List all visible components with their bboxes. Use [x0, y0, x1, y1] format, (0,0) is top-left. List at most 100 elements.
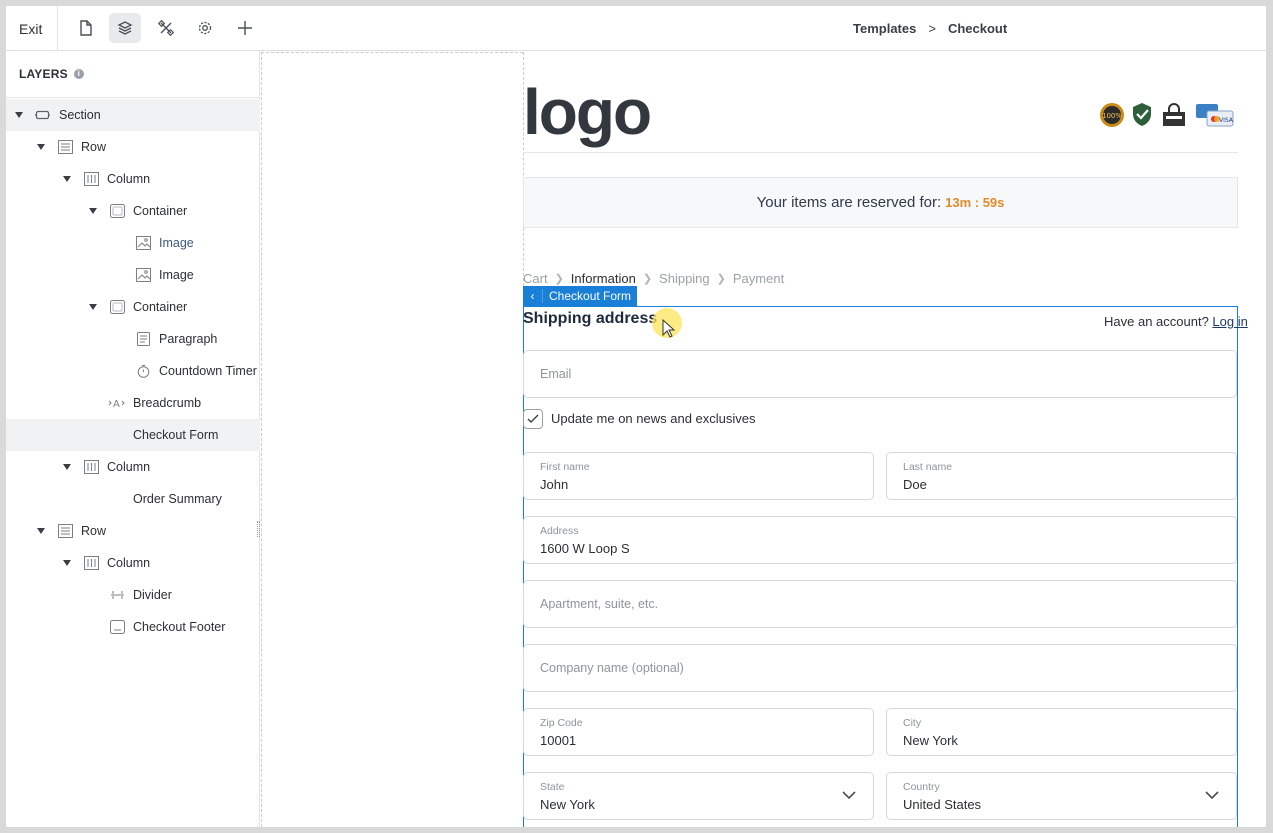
step-cart[interactable]: Cart: [523, 271, 548, 286]
step-shipping: Shipping: [659, 271, 710, 286]
country-select[interactable]: Country United States: [886, 772, 1237, 820]
breadcrumb-templates[interactable]: Templates: [853, 21, 916, 36]
info-icon[interactable]: i: [73, 69, 84, 79]
field-label: State: [540, 781, 565, 793]
apartment-placeholder: Apartment, suite, etc.: [540, 597, 659, 611]
layer-section[interactable]: Section: [6, 99, 260, 131]
collapse-triangle-icon[interactable]: [63, 176, 71, 182]
layer-label: Column: [107, 172, 151, 186]
svg-text:100%: 100%: [1102, 112, 1122, 120]
guide-line: [261, 52, 523, 53]
field-value: New York: [903, 733, 958, 748]
field-value: 10001: [540, 733, 577, 748]
layer-label: Paragraph: [159, 332, 218, 346]
layer-label: Container: [133, 204, 188, 218]
checkout-steps-breadcrumb: Cart ❯ Information ❯ Shipping ❯ Payment: [523, 271, 784, 286]
layers-icon: [117, 21, 133, 35]
layer-divider[interactable]: Divider: [6, 579, 260, 611]
tools-button[interactable]: [150, 13, 182, 43]
row-icon: [58, 140, 73, 154]
zip-code-field[interactable]: Zip Code 10001: [523, 708, 874, 756]
city-field[interactable]: City New York: [886, 708, 1237, 756]
news-checkbox-label[interactable]: Update me on news and exclusives: [551, 411, 756, 426]
company-field[interactable]: Company name (optional): [523, 644, 1237, 692]
layer-row[interactable]: Row: [6, 515, 260, 547]
top-toolbar: Exit Templates > Checkout: [6, 6, 1266, 51]
shield-check-icon: [1133, 103, 1151, 126]
address-field[interactable]: Address 1600 W Loop S: [523, 516, 1237, 564]
timer-icon: [137, 365, 150, 378]
state-select[interactable]: State New York: [523, 772, 874, 820]
news-checkbox[interactable]: [523, 409, 543, 429]
countdown-timer[interactable]: Your items are reserved for: 13m : 59s: [523, 177, 1238, 228]
apartment-field[interactable]: Apartment, suite, etc.: [523, 580, 1237, 628]
image-icon: [136, 268, 151, 282]
layer-breadcrumb[interactable]: A Breadcrumb: [6, 387, 260, 419]
layer-label: Image: [159, 268, 194, 282]
field-value: New York: [540, 797, 595, 812]
layer-order-summary[interactable]: Order Summary: [6, 483, 260, 515]
collapse-triangle-icon[interactable]: [15, 112, 23, 118]
credit-cards-icon: VISA: [1196, 104, 1234, 127]
field-value: 1600 W Loop S: [540, 541, 630, 556]
layers-panel: LAYERS i Section Row Column Container Im…: [6, 51, 260, 827]
row-icon: [58, 524, 73, 538]
image-icon: [136, 236, 151, 250]
logo-image[interactable]: logo: [523, 80, 652, 144]
guide-line: [261, 52, 262, 827]
layer-column[interactable]: Column: [6, 163, 260, 195]
layer-label: Column: [107, 556, 151, 570]
settings-button[interactable]: [189, 13, 221, 43]
paragraph-icon: [137, 332, 150, 346]
exit-button[interactable]: Exit: [19, 21, 42, 37]
column-icon: [84, 556, 99, 570]
email-field[interactable]: Email: [523, 350, 1237, 398]
layer-countdown-timer[interactable]: Countdown Timer: [6, 355, 260, 387]
layer-container[interactable]: Container: [6, 195, 260, 227]
layer-label: Section: [59, 108, 101, 122]
trust-badges-image[interactable]: 100% VISA: [1099, 102, 1235, 128]
layer-checkout-form[interactable]: Checkout Form: [6, 419, 260, 451]
settings-icon: [198, 21, 212, 35]
field-value: John: [540, 477, 569, 492]
field-value: United States: [903, 797, 982, 812]
first-name-field[interactable]: First name John: [523, 452, 874, 500]
timer-value: 13m : 59s: [945, 195, 1005, 210]
field-label: Country: [903, 781, 940, 793]
collapse-triangle-icon[interactable]: [37, 144, 45, 150]
layer-column[interactable]: Column: [6, 547, 260, 579]
element-selection-tag[interactable]: ‹ Checkout Form: [523, 286, 638, 306]
editor-canvas: logo 100% VISA Your items are reserved f…: [261, 52, 1266, 827]
layer-label: Image: [159, 236, 194, 250]
container-icon: [110, 300, 125, 314]
breadcrumb-icon: A: [108, 399, 125, 410]
collapse-triangle-icon[interactable]: [89, 304, 97, 310]
pages-button[interactable]: [70, 13, 102, 43]
last-name-field[interactable]: Last name Doe: [886, 452, 1237, 500]
layer-column[interactable]: Column: [6, 451, 260, 483]
layers-button[interactable]: [109, 13, 141, 43]
svg-text:A: A: [113, 399, 120, 410]
add-button[interactable]: [229, 13, 261, 43]
collapse-triangle-icon[interactable]: [63, 464, 71, 470]
chevron-right-icon: ❯: [642, 273, 653, 285]
divider-icon: [111, 591, 124, 599]
panel-resize-handle[interactable]: [257, 521, 260, 537]
field-label: Address: [540, 525, 579, 537]
layer-row[interactable]: Row: [6, 131, 260, 163]
collapse-triangle-icon[interactable]: [63, 560, 71, 566]
collapse-triangle-icon[interactable]: [89, 208, 97, 214]
column-icon: [84, 460, 99, 474]
layer-image[interactable]: Image: [6, 259, 260, 291]
layer-paragraph[interactable]: Paragraph: [6, 323, 260, 355]
layer-label: Row: [81, 524, 107, 538]
collapse-triangle-icon[interactable]: [37, 528, 45, 534]
select-parent-icon[interactable]: ‹: [523, 289, 543, 303]
layer-checkout-footer[interactable]: Checkout Footer: [6, 611, 260, 643]
layer-container[interactable]: Container: [6, 291, 260, 323]
breadcrumb-checkout: Checkout: [947, 21, 1008, 36]
layer-label: Checkout Footer: [133, 620, 226, 634]
login-link[interactable]: Log in: [1212, 314, 1247, 329]
selection-tag-label: Checkout Form: [549, 289, 632, 303]
layer-image[interactable]: Image: [6, 227, 260, 259]
